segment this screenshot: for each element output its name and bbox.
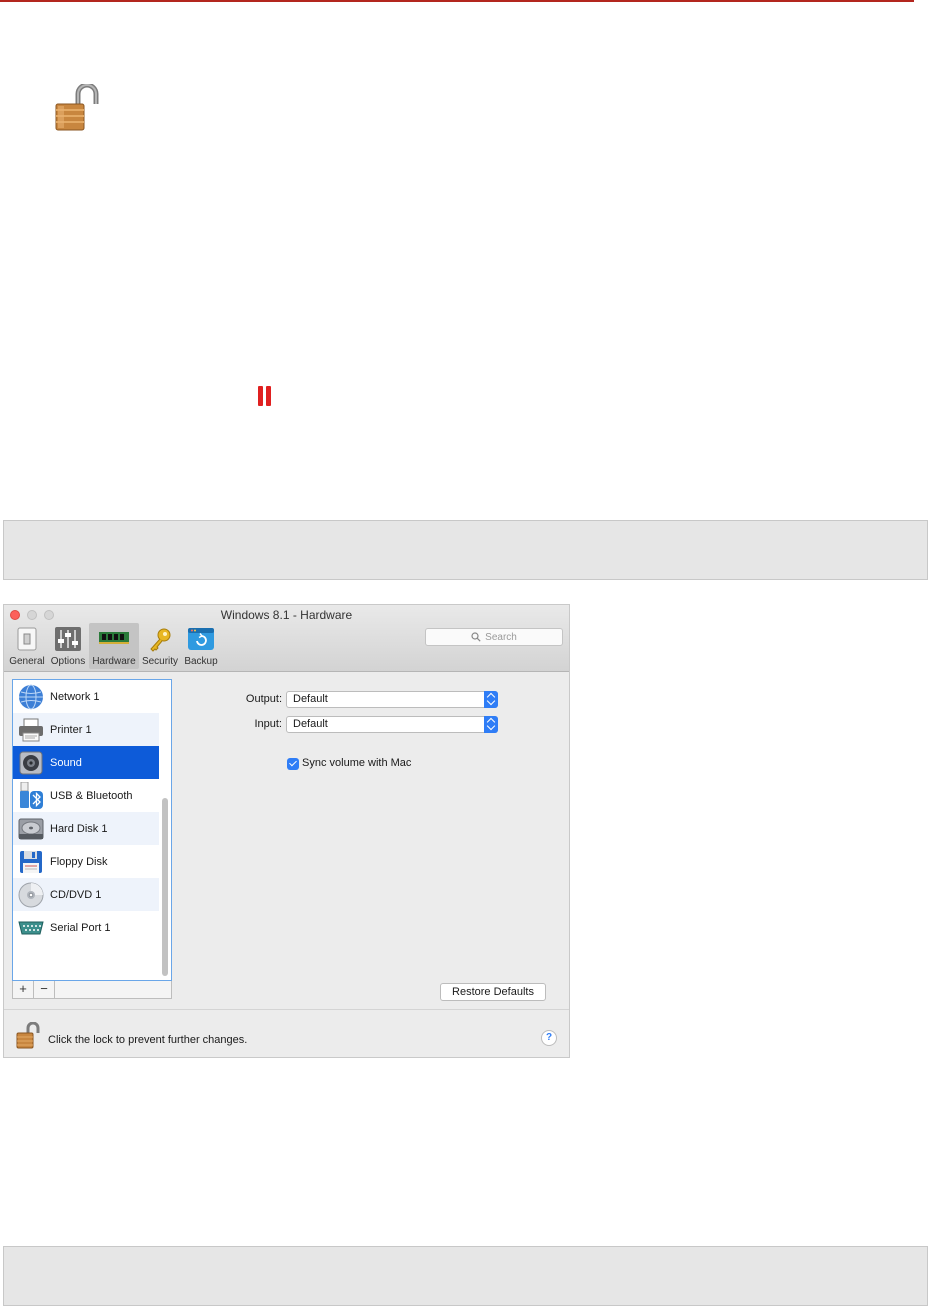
list-item-label: USB & Bluetooth <box>50 789 133 802</box>
list-item-label: Floppy Disk <box>50 855 108 868</box>
list-item-hard-disk[interactable]: Hard Disk 1 <box>13 812 159 845</box>
chevron-updown-icon <box>484 716 498 733</box>
list-scrollbar[interactable] <box>160 680 170 980</box>
tab-backup[interactable]: Backup <box>182 623 220 669</box>
hard-disk-icon <box>18 816 44 842</box>
tab-general[interactable]: General <box>8 623 46 669</box>
list-item-label: Printer 1 <box>50 723 92 736</box>
tab-options[interactable]: Options <box>48 623 88 669</box>
input-select[interactable]: Default <box>286 716 498 733</box>
general-switch-icon <box>16 627 38 654</box>
backup-icon <box>188 627 214 654</box>
sync-volume-label[interactable]: Sync volume with Mac <box>302 757 411 769</box>
output-value: Default <box>293 693 328 705</box>
list-item-floppy[interactable]: Floppy Disk <box>13 845 159 878</box>
input-value: Default <box>293 718 328 730</box>
hardware-ram-icon <box>99 631 129 648</box>
window-footer: Click the lock to prevent further change… <box>4 1009 569 1058</box>
lock-message: Click the lock to prevent further change… <box>48 1034 248 1046</box>
window-title: Windows 8.1 - Hardware <box>220 608 353 622</box>
remove-device-button[interactable]: − <box>34 981 55 998</box>
device-list: Network 1 Printer 1 Sound USB & Bluetoot… <box>12 679 172 981</box>
list-item-label: Serial Port 1 <box>50 921 111 934</box>
list-item-sound[interactable]: Sound <box>13 746 159 779</box>
restore-defaults-button[interactable]: Restore Defaults <box>440 983 546 1001</box>
top-rule <box>0 0 914 2</box>
security-key-icon <box>148 627 172 656</box>
list-item-cd-dvd[interactable]: CD/DVD 1 <box>13 878 159 911</box>
cd-dvd-icon <box>18 882 44 908</box>
search-placeholder: Search <box>485 631 517 643</box>
note-box <box>3 1246 928 1306</box>
list-item-label: Sound <box>50 756 82 769</box>
list-item-network[interactable]: Network 1 <box>13 680 159 713</box>
list-item-label: Network 1 <box>50 690 100 703</box>
list-controls: + − <box>12 981 172 999</box>
output-label: Output: <box>245 693 282 705</box>
search-field[interactable]: Search <box>425 628 563 646</box>
note-box <box>3 520 928 580</box>
floppy-disk-icon <box>18 849 44 875</box>
printer-icon <box>18 717 44 743</box>
serial-port-icon <box>18 915 44 941</box>
add-device-button[interactable]: + <box>13 981 34 998</box>
search-icon <box>471 632 481 642</box>
list-item-label: CD/DVD 1 <box>50 888 102 901</box>
input-label: Input: <box>254 718 282 730</box>
tab-security[interactable]: Security <box>140 623 180 669</box>
settings-window: Windows 8.1 - Hardware General Options H… <box>3 604 570 1058</box>
list-item-label: Hard Disk 1 <box>50 822 108 835</box>
list-item-serial-port[interactable]: Serial Port 1 <box>13 911 159 944</box>
options-sliders-icon <box>55 627 81 654</box>
unlocked-padlock-icon <box>52 82 100 134</box>
network-globe-icon <box>18 684 44 710</box>
sync-volume-checkbox[interactable] <box>287 758 299 770</box>
help-button[interactable]: ? <box>541 1030 557 1046</box>
list-item-printer[interactable]: Printer 1 <box>13 713 159 746</box>
lock-icon[interactable] <box>15 1021 41 1053</box>
title-bar: Windows 8.1 - Hardware General Options H… <box>4 605 569 672</box>
output-select[interactable]: Default <box>286 691 498 708</box>
list-item-usb-bluetooth[interactable]: USB & Bluetooth <box>13 779 159 812</box>
sound-speaker-icon <box>18 750 44 776</box>
usb-bluetooth-icon <box>18 781 44 809</box>
tab-hardware[interactable]: Hardware <box>89 623 139 669</box>
pause-icon <box>257 386 273 406</box>
scrollbar-thumb[interactable] <box>162 798 168 976</box>
chevron-updown-icon <box>484 691 498 708</box>
